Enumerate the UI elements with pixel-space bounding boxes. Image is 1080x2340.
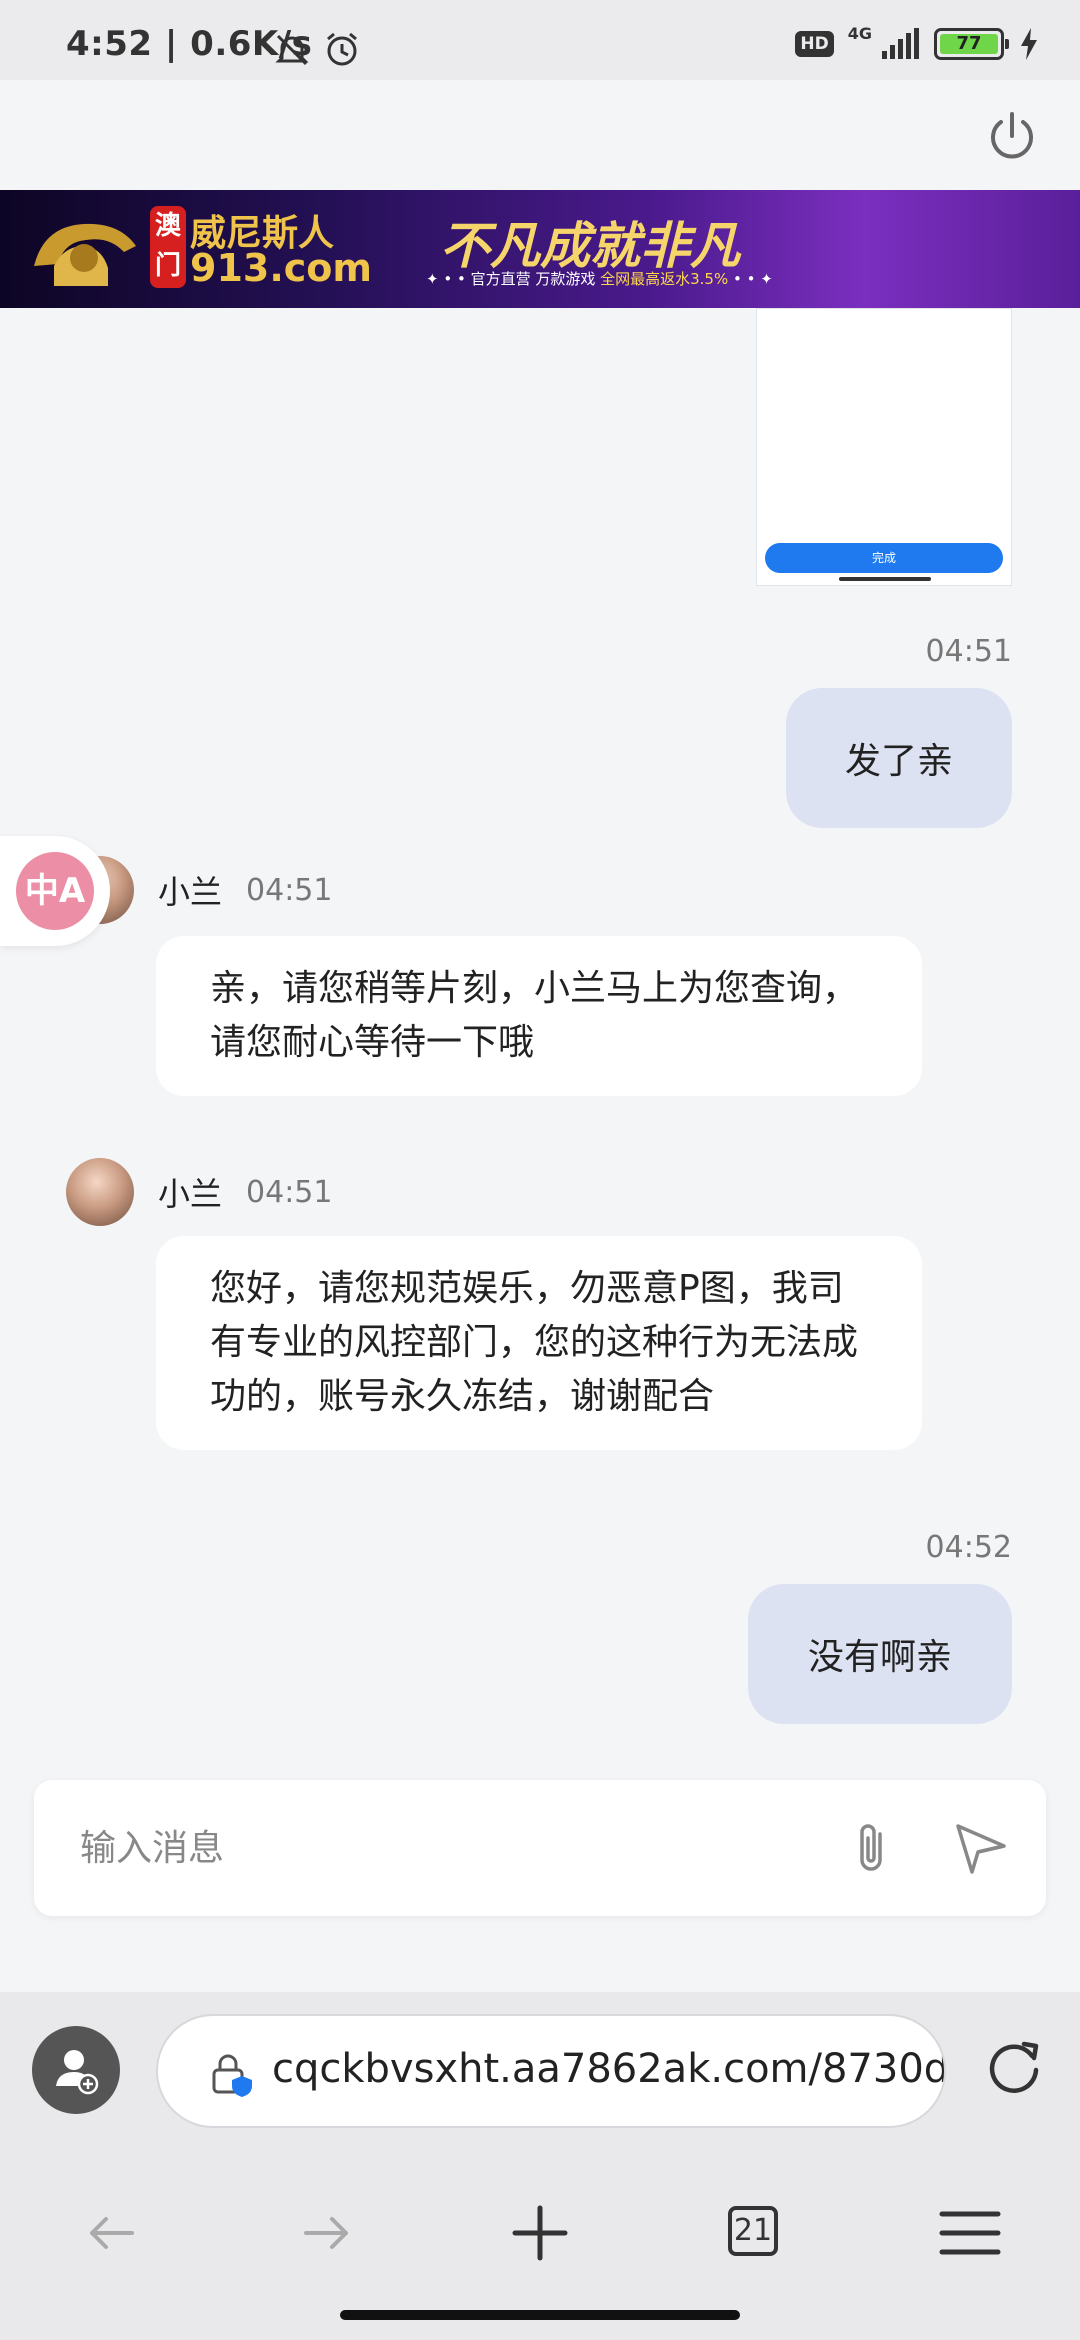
charging-icon <box>1021 28 1037 60</box>
banner-subtitle: ✦ • • 官方直营 万款游戏 全网最高返水3.5% • • ✦ <box>426 270 773 288</box>
sender-name: 小兰 <box>158 1175 223 1213</box>
avatar[interactable] <box>66 1158 134 1226</box>
sender-name: 小兰 <box>158 873 223 911</box>
alarm-icon <box>327 32 357 66</box>
back-icon[interactable] <box>72 2198 152 2268</box>
incoming-message[interactable]: 您好，请您规范娱乐，勿恶意P图，我司有专业的风控部门，您的这种行为无法成功的，账… <box>156 1236 922 1450</box>
image-message[interactable]: 完成 <box>756 308 1012 586</box>
message-time: 04:51 <box>925 634 1012 669</box>
browser-nav-bar: 21 <box>0 2152 1080 2340</box>
status-bar: 4:52 | 0.6K/s HD 4G 77 <box>0 0 1080 80</box>
power-icon[interactable] <box>984 108 1040 164</box>
lock-shield-icon <box>212 2054 252 2097</box>
translate-button[interactable]: 中A <box>0 836 110 946</box>
url-text: cqckbvsxht.aa7862ak.com/8730d73 <box>272 2046 946 2092</box>
new-tab-icon[interactable] <box>500 2198 580 2268</box>
message-time: 04:51 <box>246 1174 333 1210</box>
battery-level: 77 <box>940 34 998 54</box>
chat-area: 完成 04:51 发了亲 小兰 04:51 亲，请您稍等片刻，小兰马上为您查询，… <box>0 308 1080 1780</box>
outgoing-message[interactable]: 没有啊亲 <box>748 1584 1012 1724</box>
reload-icon[interactable] <box>982 2034 1046 2098</box>
message-header: 小兰 04:51 <box>66 1158 332 1226</box>
banner-domain: 913.com <box>190 246 372 290</box>
profile-button[interactable] <box>32 2026 120 2114</box>
lion-logo-icon <box>34 223 136 286</box>
home-indicator[interactable] <box>340 2310 740 2320</box>
banner-badge: 澳门 <box>150 206 186 288</box>
message-composer <box>34 1780 1046 1916</box>
profile-add-icon <box>56 2050 99 2095</box>
tabs-count: 21 <box>728 2206 778 2256</box>
url-field[interactable]: cqckbvsxht.aa7862ak.com/8730d73 <box>156 2014 946 2128</box>
outgoing-message[interactable]: 发了亲 <box>786 688 1012 828</box>
translate-icon: 中A <box>16 852 94 930</box>
chat-header <box>0 80 1080 190</box>
incoming-message[interactable]: 亲，请您稍等片刻，小兰马上为您查询，请您耐心等待一下哦 <box>156 936 922 1096</box>
message-time: 04:52 <box>925 1530 1012 1565</box>
browser-address-bar: cqckbvsxht.aa7862ak.com/8730d73 <box>0 1992 1080 2152</box>
network-type: 4G <box>847 24 872 43</box>
image-card-button: 完成 <box>765 543 1003 573</box>
forward-icon[interactable] <box>286 2198 366 2268</box>
mute-bell-icon <box>275 34 309 66</box>
hd-badge: HD <box>795 31 834 57</box>
menu-icon[interactable] <box>930 2198 1010 2268</box>
attach-icon[interactable] <box>842 1818 902 1878</box>
send-icon[interactable] <box>950 1818 1010 1878</box>
ad-banner[interactable]: 澳门 威尼斯人 913.com 不凡成就非凡 ✦ • • 官方直营 万款游戏 全… <box>0 190 1080 308</box>
battery-indicator: 77 <box>934 28 1009 60</box>
message-input[interactable] <box>80 1820 820 1876</box>
signal-icon <box>882 28 919 59</box>
message-time: 04:51 <box>246 872 333 908</box>
tabs-button[interactable]: 21 <box>720 2198 800 2268</box>
image-card-line <box>839 577 931 581</box>
status-right: HD 4G 77 <box>795 24 1040 64</box>
